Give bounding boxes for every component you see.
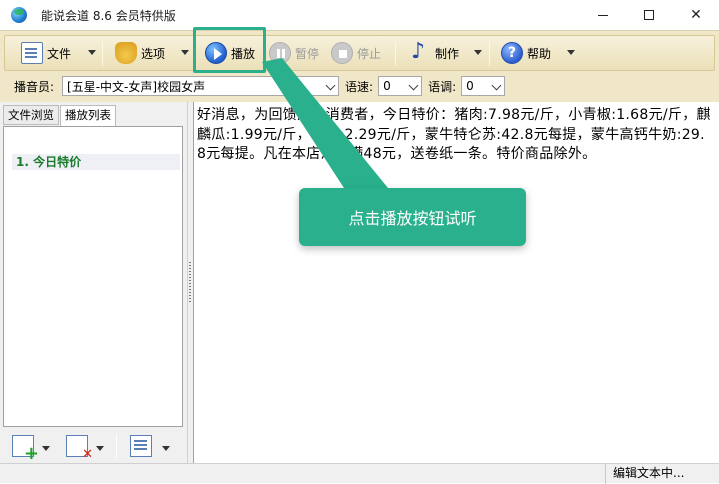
help-dropdown-arrow[interactable] (567, 50, 575, 55)
app-logo-icon (11, 7, 27, 23)
main-area: 文件浏览 播放列表 1. 今日特价 好消息，为回馈广大消费者，今日特价：猪肉:7… (0, 102, 719, 464)
document-icon (21, 42, 43, 64)
options-dropdown-arrow[interactable] (181, 50, 189, 55)
play-highlight-box (193, 27, 266, 73)
tab-playlist[interactable]: 播放列表 (60, 105, 116, 127)
toolbar-separator (489, 42, 490, 66)
tools-separator (116, 435, 117, 459)
chevron-down-icon (325, 80, 336, 91)
pause-button[interactable]: 暂停 (269, 39, 319, 67)
pitch-label: 语调: (428, 79, 457, 94)
stop-icon (331, 42, 353, 64)
list-dropdown-arrow[interactable] (162, 446, 170, 451)
produce-button[interactable]: 制作 (409, 39, 459, 67)
file-dropdown-arrow[interactable] (88, 50, 96, 55)
delete-item-icon[interactable] (66, 435, 93, 462)
help-icon: ? (501, 42, 523, 64)
speaker-select[interactable]: [五星-中文-女声]校园女声 (62, 76, 340, 96)
help-button[interactable]: ? 帮助 (501, 39, 551, 67)
toolbar-area: 文件 选项 播放 暂停 停止 制作 ? 帮助 (0, 30, 719, 102)
title-bar: 能说会道 8.6 会员特供版 ✕ (0, 0, 719, 30)
editor-content[interactable]: 好消息，为回馈广大消费者，今日特价：猪肉:7.98元/斤，小青椒:1.68元/斤… (197, 106, 712, 165)
close-icon: ✕ (690, 7, 702, 23)
status-text: 编辑文本中... (605, 464, 719, 484)
file-label: 文件 (47, 46, 72, 61)
tab-file-browser[interactable]: 文件浏览 (3, 105, 59, 125)
left-panel: 文件浏览 播放列表 1. 今日特价 (0, 102, 188, 464)
options-hand-icon (115, 42, 137, 64)
produce-dropdown-arrow[interactable] (474, 50, 482, 55)
minimize-icon (598, 14, 608, 16)
pause-icon (269, 42, 291, 64)
speed-label: 语速: (345, 79, 374, 94)
music-note-icon (409, 39, 431, 64)
add-dropdown-arrow[interactable] (42, 446, 50, 451)
pause-label: 暂停 (295, 46, 320, 61)
add-item-icon[interactable] (12, 435, 39, 464)
maximize-button[interactable] (626, 0, 672, 30)
pitch-select[interactable]: 0 (461, 76, 506, 96)
chevron-down-icon (408, 80, 419, 91)
close-button[interactable]: ✕ (673, 0, 719, 30)
options-label: 选项 (141, 46, 166, 61)
status-bar: 编辑文本中... (0, 463, 719, 484)
pitch-value: 0 (466, 79, 474, 93)
window-title: 能说会道 8.6 会员特供版 (41, 8, 176, 23)
playlist-box: 1. 今日特价 (3, 126, 183, 427)
toolbar-separator (395, 42, 396, 66)
main-toolbar: 文件 选项 播放 暂停 停止 制作 ? 帮助 (4, 35, 715, 71)
speed-value: 0 (383, 79, 391, 93)
speed-select[interactable]: 0 (378, 76, 423, 96)
speaker-label: 播音员: (14, 79, 55, 94)
callout-tooltip: 点击播放按钮试听 (299, 188, 526, 246)
maximize-icon (644, 10, 654, 20)
stop-label: 停止 (357, 46, 382, 61)
left-tabs: 文件浏览 播放列表 (3, 105, 117, 127)
produce-label: 制作 (435, 46, 460, 61)
toolbar-separator (102, 42, 103, 66)
delete-dropdown-arrow[interactable] (96, 446, 104, 451)
stop-button[interactable]: 停止 (331, 39, 381, 67)
help-label: 帮助 (527, 46, 552, 61)
chevron-down-icon (491, 80, 502, 91)
speaker-value: [五星-中文-女声]校园女声 (67, 79, 206, 94)
options-button[interactable]: 选项 (115, 39, 165, 67)
list-properties-icon[interactable] (130, 435, 152, 457)
list-item[interactable]: 1. 今日特价 (12, 154, 180, 170)
minimize-button[interactable] (580, 0, 626, 30)
playlist-tools (0, 429, 188, 464)
voice-settings-bar: 播音员: [五星-中文-女声]校园女声 语速: 0 语调: 0 (4, 73, 715, 99)
file-button[interactable]: 文件 (21, 39, 71, 67)
splitter-grip-icon (189, 262, 191, 302)
text-editor[interactable]: 好消息，为回馈广大消费者，今日特价：猪肉:7.98元/斤，小青椒:1.68元/斤… (193, 102, 719, 463)
